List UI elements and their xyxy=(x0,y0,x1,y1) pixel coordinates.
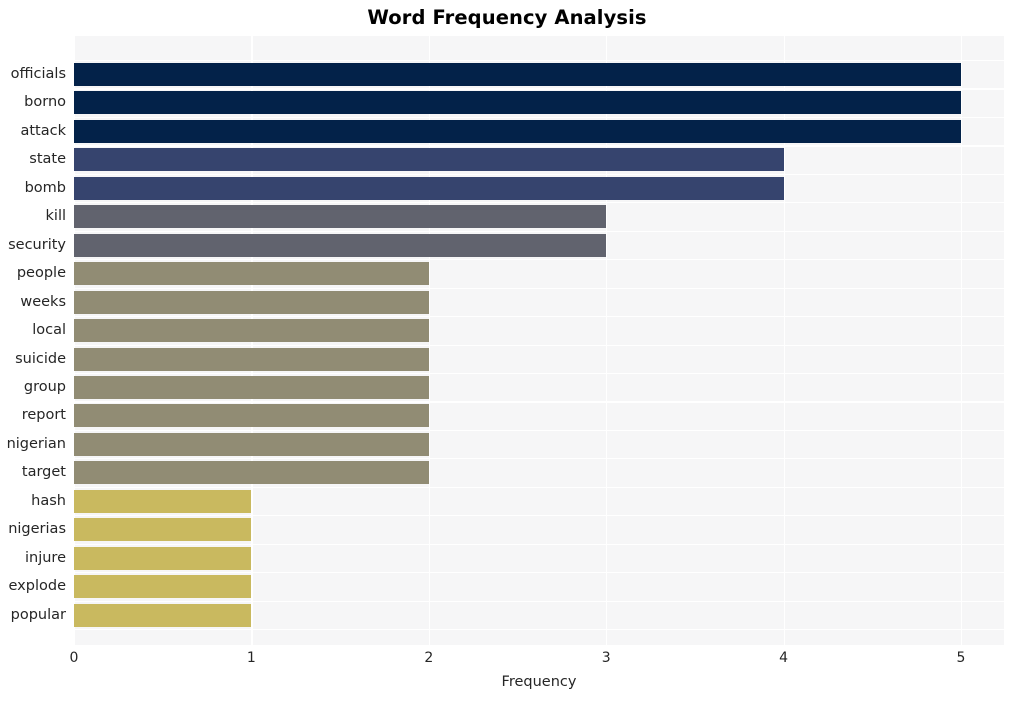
y-tick-label: group xyxy=(23,378,66,395)
y-tick-label: popular xyxy=(10,606,66,623)
y-tick-label: kill xyxy=(45,208,66,225)
y-tick-label: security xyxy=(8,236,66,253)
y-tick-label: explode xyxy=(8,578,66,595)
x-tick-label: 3 xyxy=(601,650,611,666)
y-tick-label: attack xyxy=(20,122,66,139)
x-tick-label: 1 xyxy=(246,650,256,666)
y-tick-label: suicide xyxy=(15,350,66,367)
y-tick-label: local xyxy=(32,322,66,339)
y-tick-label: borno xyxy=(24,94,66,111)
chart-figure: Word Frequency Analysis officials borno at… xyxy=(0,0,1014,701)
x-tick-label: 4 xyxy=(779,650,789,666)
y-axis-tick-labels: officials borno attack state bomb kill securit… xyxy=(0,36,1014,645)
y-tick-label: hash xyxy=(31,492,66,509)
x-tick-label: 2 xyxy=(424,650,434,666)
x-tick-label: 0 xyxy=(69,650,79,666)
y-tick-label: injure xyxy=(24,549,66,566)
y-tick-label: nigerian xyxy=(6,435,66,452)
chart-title: Word Frequency Analysis xyxy=(367,6,647,29)
y-tick-label: state xyxy=(29,151,66,168)
x-tick-label: 5 xyxy=(956,650,966,666)
y-tick-label: weeks xyxy=(20,293,66,310)
y-tick-label: people xyxy=(16,265,66,282)
y-tick-label: target xyxy=(21,464,66,481)
y-tick-label: nigerias xyxy=(8,521,66,538)
y-tick-label: bomb xyxy=(24,179,66,196)
x-axis-label: Frequency xyxy=(501,674,577,690)
y-tick-label: report xyxy=(21,407,66,424)
y-tick-label: officials xyxy=(10,66,66,82)
